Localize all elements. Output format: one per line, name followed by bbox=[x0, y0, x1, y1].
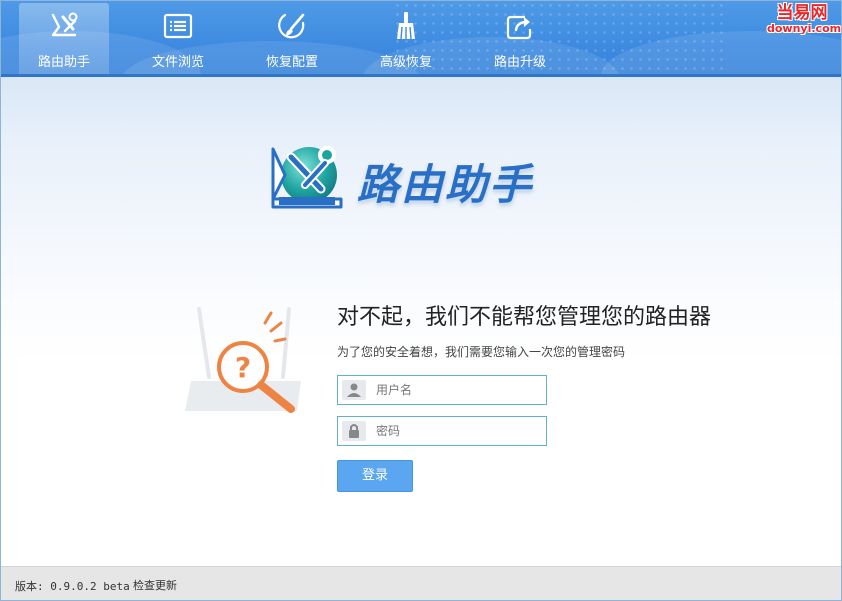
tab-label: 文件浏览 bbox=[151, 55, 204, 70]
watermark-text: 当易网 bbox=[776, 3, 828, 23]
status-bar: 版本: 0.9.0.2 beta 检查更新 bbox=[1, 566, 841, 600]
tab-advanced-restore[interactable]: 高级恢复 bbox=[361, 3, 451, 75]
router-tools-icon bbox=[49, 11, 79, 41]
version-text: 版本: 0.9.0.2 beta bbox=[15, 580, 130, 593]
file-list-icon bbox=[163, 11, 193, 41]
lock-icon bbox=[342, 421, 366, 441]
tab-router-assistant[interactable]: 路由助手 bbox=[19, 3, 109, 75]
watermark-domain: downyi.com bbox=[767, 22, 842, 35]
app-logo: 路由助手 bbox=[269, 141, 569, 213]
top-toolbar: 路由助手 文件浏览 恢复配置 高级恢复 路由升级 bbox=[1, 1, 841, 77]
tab-label: 恢复配置 bbox=[265, 55, 318, 70]
password-input[interactable] bbox=[376, 422, 541, 440]
svg-text:?: ? bbox=[235, 351, 251, 384]
upgrade-share-icon bbox=[505, 11, 535, 41]
tab-label: 路由升级 bbox=[493, 55, 546, 70]
tab-file-browse[interactable]: 文件浏览 bbox=[133, 3, 223, 75]
username-input[interactable] bbox=[376, 381, 541, 399]
check-update-link[interactable]: 检查更新 bbox=[133, 577, 177, 593]
router-question-illustration: ? bbox=[181, 301, 311, 421]
tab-restore-config[interactable]: 恢复配置 bbox=[247, 3, 337, 75]
router-wrench-logo-icon bbox=[269, 141, 349, 213]
app-window: 路由助手 文件浏览 恢复配置 高级恢复 路由升级 当易网 downyi.com … bbox=[0, 0, 842, 601]
user-icon bbox=[342, 380, 366, 400]
watermark-logo: 当易网 downyi.com bbox=[767, 3, 842, 40]
restore-brush-icon bbox=[277, 11, 307, 41]
tab-router-upgrade[interactable]: 路由升级 bbox=[475, 3, 565, 75]
password-field[interactable] bbox=[337, 416, 547, 446]
tab-label: 高级恢复 bbox=[379, 55, 432, 70]
username-field[interactable] bbox=[337, 375, 547, 405]
logo-text: 路由助手 bbox=[357, 160, 534, 209]
error-headline: 对不起，我们不能帮您管理您的路由器 bbox=[337, 305, 712, 330]
login-button[interactable]: 登录 bbox=[337, 460, 413, 492]
error-subline: 为了您的安全着想，我们需要您输入一次您的管理密码 bbox=[337, 345, 626, 359]
broom-icon bbox=[391, 11, 421, 41]
tab-label: 路由助手 bbox=[37, 55, 90, 70]
